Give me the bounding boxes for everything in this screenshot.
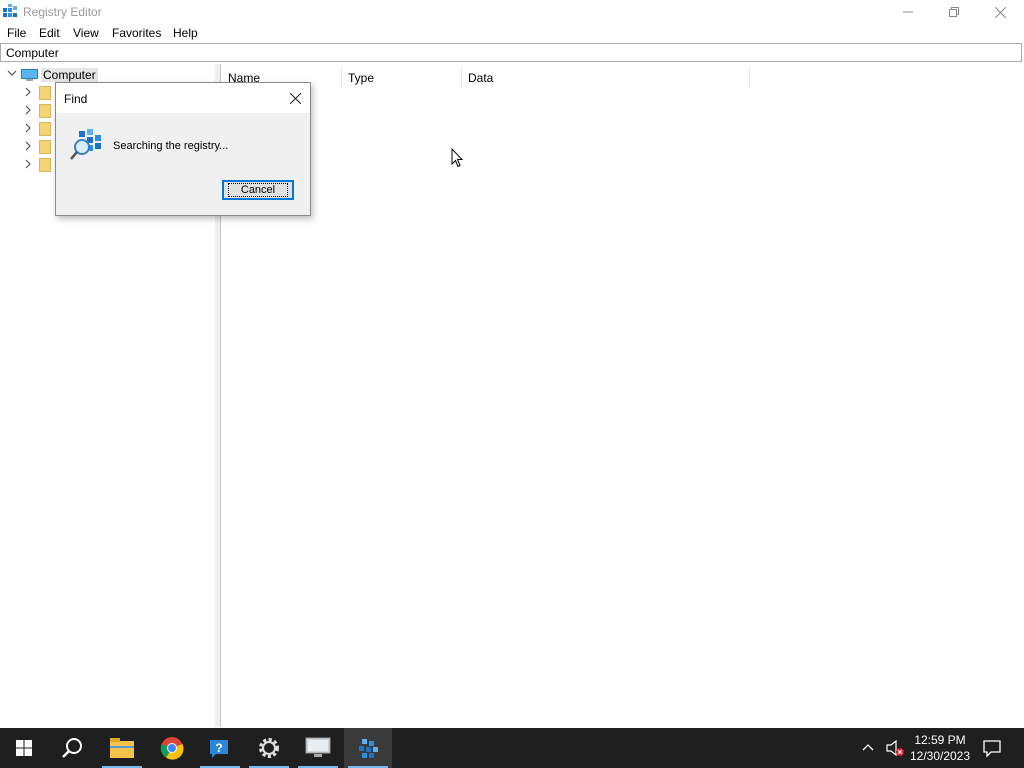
menu-view[interactable]: View	[73, 26, 99, 40]
chevron-down-icon[interactable]	[7, 68, 17, 81]
chevron-right-icon[interactable]	[24, 87, 32, 100]
registry-editor-icon	[3, 4, 17, 17]
chevron-right-icon[interactable]	[24, 105, 32, 118]
menu-favorites[interactable]: Favorites	[112, 26, 161, 40]
dialog-title: Find	[64, 92, 88, 106]
chevron-right-icon[interactable]	[24, 159, 32, 172]
taskbar-clock[interactable]: 12:59 PM 12/30/2023	[905, 732, 975, 764]
registry-editor-icon	[359, 739, 378, 758]
chrome-icon	[160, 737, 184, 760]
column-header-type[interactable]: Type	[348, 71, 374, 96]
folder-icon	[39, 104, 51, 118]
registry-search-icon	[70, 129, 101, 160]
taskbar-remote-desktop[interactable]	[294, 728, 342, 768]
column-header-data[interactable]: Data	[468, 71, 493, 96]
svg-text:?: ?	[215, 741, 222, 755]
close-button[interactable]	[977, 0, 1023, 24]
folder-icon	[39, 140, 51, 154]
folder-icon	[39, 86, 51, 100]
windows-logo-icon	[16, 740, 32, 756]
computer-icon	[21, 69, 38, 81]
taskbar-file-explorer[interactable]	[98, 728, 146, 768]
dialog-title-bar: Find	[56, 83, 310, 113]
menu-file[interactable]: File	[7, 26, 26, 40]
help-icon: ?	[210, 740, 228, 758]
volume-muted-icon[interactable]	[885, 738, 905, 758]
address-text: Computer	[6, 46, 59, 60]
close-icon	[994, 6, 1006, 18]
notification-icon[interactable]	[982, 738, 1002, 758]
values-list[interactable]: Name Type Data	[221, 64, 1022, 727]
tree-label-computer: Computer	[41, 68, 98, 82]
menu-bar: File Edit View Favorites Help	[0, 24, 1024, 42]
folder-icon	[39, 158, 51, 172]
search-status-text: Searching the registry...	[113, 140, 229, 152]
folder-icon	[39, 122, 51, 136]
monitor-icon	[305, 737, 331, 757]
mouse-cursor-icon	[451, 148, 463, 168]
start-button[interactable]	[0, 728, 48, 768]
window-title: Registry Editor	[23, 5, 102, 19]
address-bar[interactable]: Computer	[0, 43, 1022, 62]
minimize-icon	[903, 11, 913, 13]
cancel-button[interactable]: Cancel	[222, 180, 294, 200]
menu-edit[interactable]: Edit	[39, 26, 60, 40]
menu-help[interactable]: Help	[173, 26, 198, 40]
taskbar-help[interactable]: ?	[196, 728, 244, 768]
chevron-right-icon[interactable]	[24, 123, 32, 136]
taskbar-search-button[interactable]	[48, 728, 96, 768]
column-divider[interactable]	[341, 67, 342, 87]
clock-date: 12/30/2023	[909, 749, 971, 763]
taskbar-chrome[interactable]	[148, 728, 196, 768]
taskbar-registry-editor[interactable]	[344, 728, 392, 768]
folder-icon	[110, 738, 134, 758]
taskbar-settings[interactable]	[245, 728, 293, 768]
clock-time: 12:59 PM	[914, 733, 966, 747]
taskbar: ? 12:59 PM 12/30/2023	[0, 728, 1024, 768]
find-dialog: Find Searching the registry... Cancel	[55, 82, 311, 216]
close-icon	[289, 92, 301, 104]
dialog-close-button[interactable]	[284, 87, 306, 109]
cancel-button-label: Cancel	[227, 183, 289, 197]
search-icon	[62, 738, 82, 758]
gear-icon	[259, 738, 279, 758]
show-hidden-icons-chevron-icon[interactable]	[862, 740, 874, 754]
column-divider[interactable]	[749, 67, 750, 87]
restore-button[interactable]	[931, 0, 977, 24]
chevron-right-icon[interactable]	[24, 141, 32, 154]
minimize-button[interactable]	[885, 0, 931, 24]
title-bar: Registry Editor	[0, 0, 1024, 24]
column-divider[interactable]	[461, 67, 462, 87]
restore-icon	[949, 7, 959, 17]
